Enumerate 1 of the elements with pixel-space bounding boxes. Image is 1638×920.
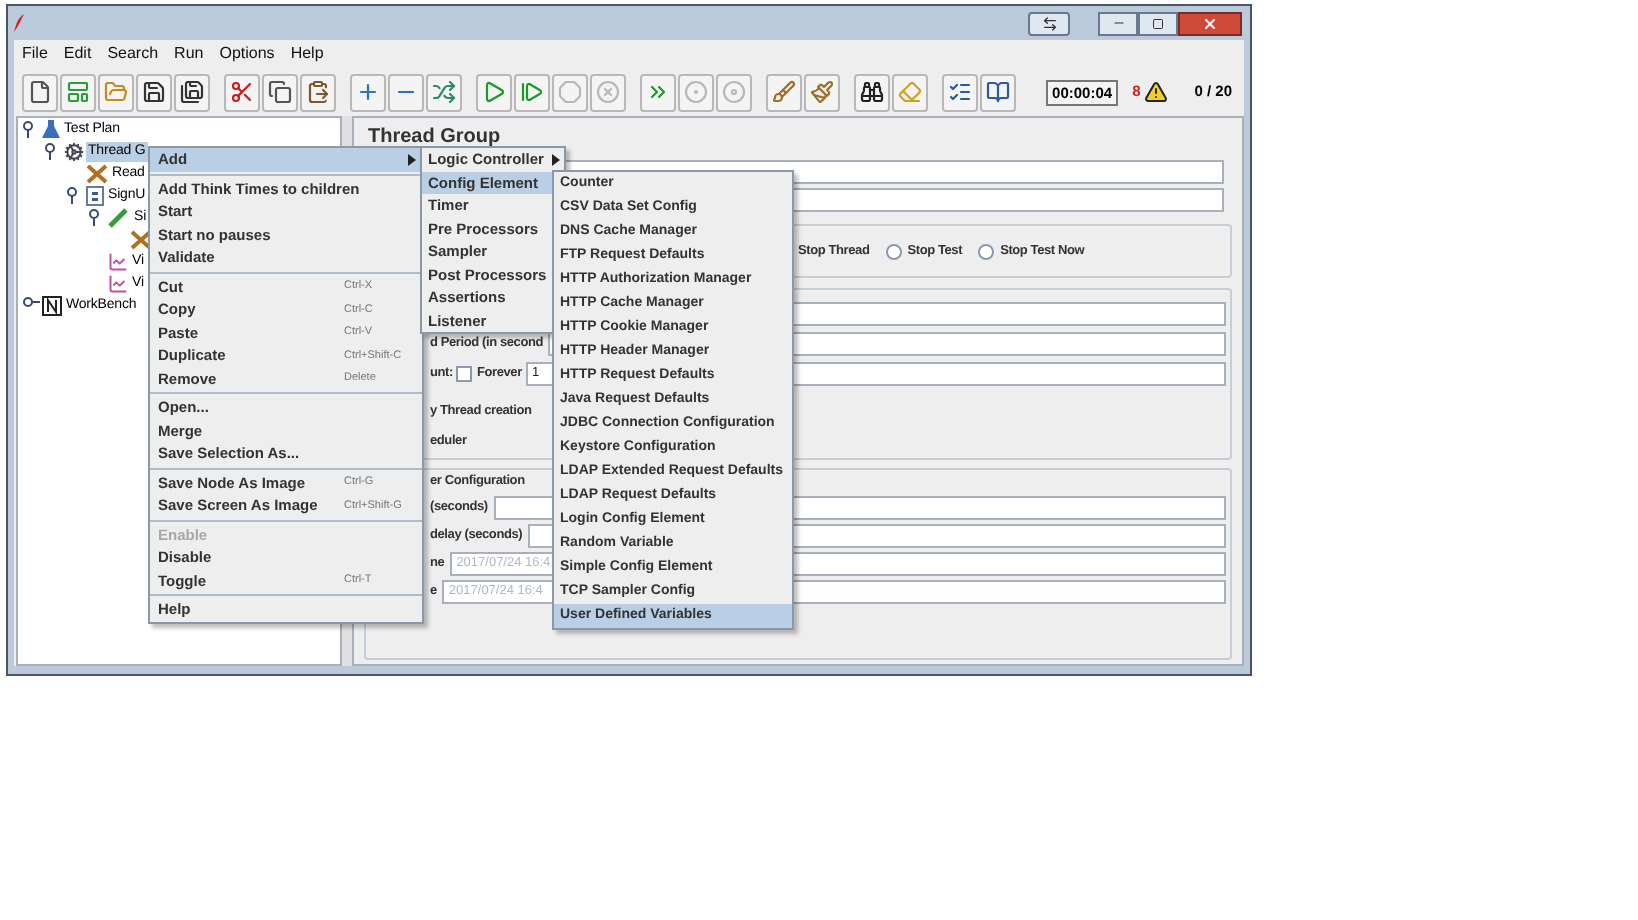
panel-title: Thread Group [366, 126, 503, 150]
